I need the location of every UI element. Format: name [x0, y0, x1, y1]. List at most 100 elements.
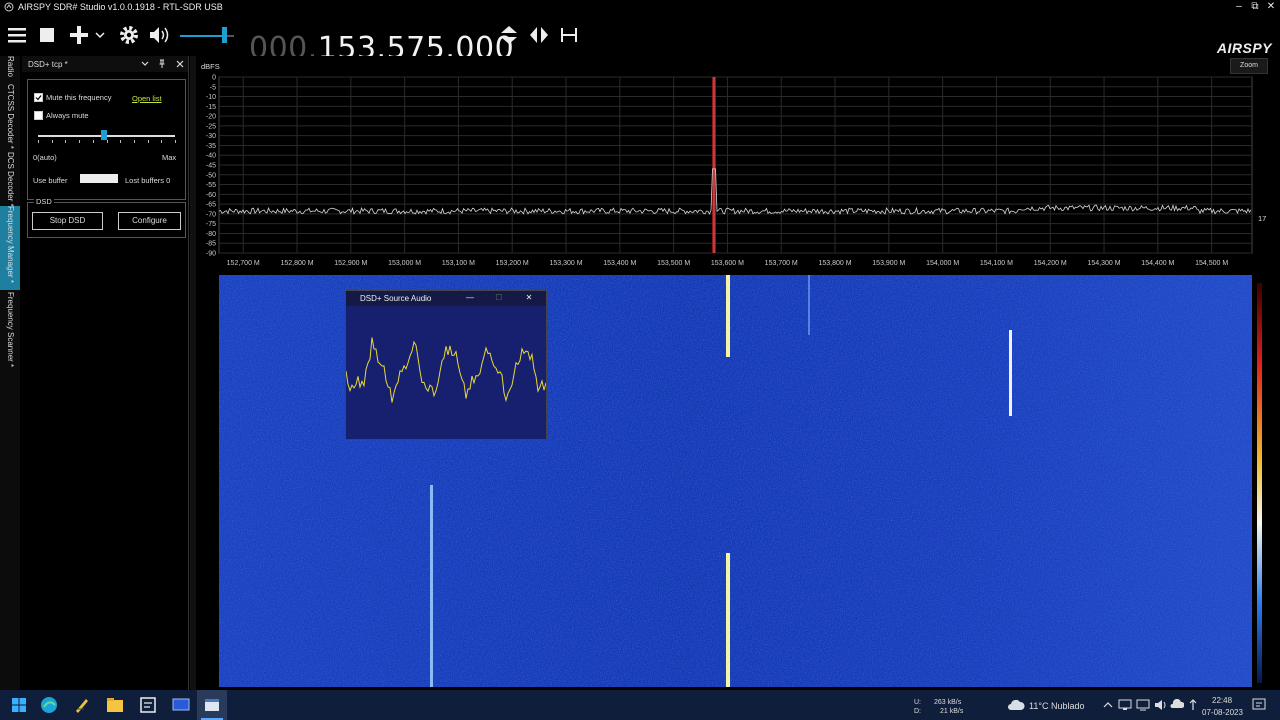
- always-mute-label: Always mute: [46, 111, 89, 120]
- pin-icon[interactable]: [157, 59, 167, 69]
- onedrive-icon[interactable]: [1170, 699, 1184, 711]
- chevron-up-icon[interactable]: [1103, 701, 1113, 709]
- side-tab-strip: Radio CTCSS Decoder * DCS Decoder * Freq…: [0, 56, 20, 690]
- sdr-app-icon: [205, 699, 219, 711]
- tab-dcs-label: DCS Decoder *: [6, 152, 15, 207]
- mute-frequency-label: Mute this frequency: [46, 93, 112, 102]
- clock-date[interactable]: 07-08-2023: [1202, 708, 1243, 717]
- y-tick-label: -60: [206, 192, 216, 199]
- slider-tick: [65, 140, 67, 143]
- waterfall-signal-trace: [1009, 330, 1012, 416]
- tab-frequency-manager[interactable]: Frequency Manager *: [0, 206, 20, 290]
- windows-start-icon[interactable]: [8, 694, 30, 716]
- speaker-tray-icon[interactable]: [1154, 699, 1168, 711]
- tab-radio[interactable]: Radio: [0, 56, 20, 82]
- buffer-meter: [80, 174, 118, 183]
- popup-close-button[interactable]: ✕: [523, 293, 535, 302]
- usb-tray-icon[interactable]: [1186, 699, 1200, 711]
- tab-scanner-label: Frequency Scanner *: [6, 292, 15, 368]
- cloud-icon[interactable]: [1006, 698, 1026, 712]
- file-explorer-icon[interactable]: [104, 694, 126, 716]
- y-tick-label: 0: [212, 75, 216, 82]
- x-tick-label: 154,000 M: [926, 260, 959, 267]
- slider-max-label: Max: [162, 153, 177, 162]
- weather-label[interactable]: 11°C Nublado: [1029, 701, 1084, 711]
- frequency-updown-icon[interactable]: [496, 22, 522, 48]
- x-tick-label: 153,400 M: [603, 260, 636, 267]
- notification-icon[interactable]: [1252, 698, 1266, 712]
- x-tick-label: 152,900 M: [334, 260, 367, 267]
- x-tick-label: 153,100 M: [442, 260, 475, 267]
- gear-icon[interactable]: [116, 22, 142, 48]
- slider-tick: [51, 140, 53, 143]
- close-icon[interactable]: [175, 59, 185, 69]
- mute-frequency-checkbox[interactable]: [34, 93, 43, 102]
- spectrum-plot[interactable]: 0 -5 -10 -15 -20 -25 -30 -35 -40 -45 -50 -55 -60 -65 -…: [197, 56, 1276, 270]
- monitor-app-icon[interactable]: [170, 694, 192, 716]
- y-tick-label: -75: [206, 221, 216, 228]
- y-tick-label: -10: [206, 94, 216, 101]
- popup-minimize-button[interactable]: —: [464, 293, 476, 302]
- chevron-down-icon[interactable]: [140, 59, 150, 69]
- y-tick-label: -50: [206, 172, 216, 179]
- slider-tick: [38, 140, 39, 143]
- net-down-value: 21 kB/s: [940, 708, 964, 715]
- y-tick-label: -5: [210, 84, 216, 91]
- slider-tick: [175, 140, 176, 143]
- dsd-source-audio-window[interactable]: DSD+ Source Audio — ☐ ✕: [345, 290, 547, 440]
- waterfall-color-scale: [1257, 283, 1262, 683]
- volume-fill: [180, 35, 225, 37]
- tab-frequency-scanner[interactable]: Frequency Scanner *: [0, 292, 20, 368]
- net-down-label: D:: [914, 708, 921, 715]
- window-title: AIRSPY SDR# Studio v1.0.0.1918 - RTL-SDR…: [18, 2, 223, 12]
- menu-icon[interactable]: [4, 22, 30, 48]
- y-tick-label: -65: [206, 202, 216, 209]
- mute-group: Mute this frequency Open list Always mut…: [27, 79, 186, 200]
- maximize-button[interactable]: ⧉: [1248, 1, 1262, 13]
- dsd-group-label: DSD: [34, 197, 54, 206]
- frequency-leftright-icon[interactable]: [526, 22, 552, 48]
- tab-ctcss-decoder[interactable]: CTCSS Decoder *: [0, 84, 20, 150]
- speaker-icon[interactable]: [146, 22, 172, 48]
- x-tick-label: 154,400 M: [1141, 260, 1174, 267]
- net-up-value: 263 kB/s: [934, 699, 962, 706]
- dsd-panel: DSD+ tcp * Mute this frequency Open list…: [22, 56, 189, 690]
- x-tick-label: 153,600 M: [711, 260, 744, 267]
- x-tick-label: 153,200 M: [496, 260, 529, 267]
- clock-time[interactable]: 22:48: [1212, 696, 1232, 705]
- chevron-down-icon[interactable]: [92, 22, 108, 48]
- network-tray-icon[interactable]: [1118, 699, 1132, 711]
- x-tick-label: 153,900 M: [872, 260, 905, 267]
- waterfall-signal-trace: [726, 275, 730, 357]
- slider-thumb[interactable]: [100, 130, 107, 140]
- windows-taskbar: U: 263 kB/s D: 21 kB/s 11°C Nublado 22:4…: [0, 690, 1280, 720]
- active-task-highlight[interactable]: [197, 690, 227, 720]
- feather-app-icon[interactable]: [71, 694, 93, 716]
- x-tick-label: 152,800 M: [280, 260, 313, 267]
- calendar-app-icon[interactable]: [137, 694, 159, 716]
- close-button[interactable]: ✕: [1264, 1, 1278, 13]
- open-list-link[interactable]: Open list: [132, 94, 162, 103]
- mute-level-slider[interactable]: [38, 130, 176, 144]
- edge-icon[interactable]: [38, 694, 60, 716]
- slider-tick: [92, 140, 94, 143]
- add-icon[interactable]: [66, 22, 92, 48]
- airspy-logo: AIRSPY: [1216, 40, 1272, 56]
- volume-slider[interactable]: [180, 27, 234, 43]
- stop-dsd-button[interactable]: Stop DSD: [32, 212, 103, 230]
- x-tick-label: 153,800 M: [818, 260, 851, 267]
- stop-icon[interactable]: [34, 22, 60, 48]
- popup-maximize-button[interactable]: ☐: [493, 293, 505, 302]
- volume-thumb[interactable]: [222, 27, 228, 43]
- configure-button[interactable]: Configure: [118, 212, 181, 230]
- minimize-button[interactable]: –: [1232, 1, 1246, 13]
- spectrum-view[interactable]: dBFS Zoom 0 -5 -10 -15 -20 -25 -30 -35 -40 -45 -50…: [197, 56, 1276, 270]
- step-width-icon[interactable]: [556, 22, 582, 48]
- always-mute-checkbox[interactable]: [34, 111, 43, 120]
- display-tray-icon[interactable]: [1136, 699, 1150, 711]
- slider-tick: [133, 140, 135, 143]
- y-tick-label: -55: [206, 182, 216, 189]
- y-tick-label: -90: [206, 251, 216, 258]
- tab-dcs-decoder[interactable]: DCS Decoder *: [0, 152, 20, 207]
- panel-splitter[interactable]: [190, 56, 196, 690]
